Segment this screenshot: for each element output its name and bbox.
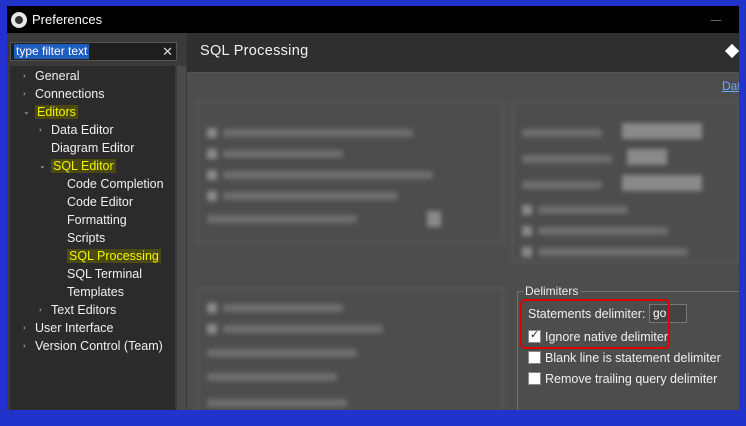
blurred-line [538, 206, 628, 214]
remove-trailing-delimiter-label[interactable]: Remove trailing query delimiter [545, 372, 717, 386]
tree-item-connections[interactable]: › Connections [23, 85, 105, 103]
tree-item-editors[interactable]: ⌄ Editors [23, 103, 78, 121]
tree-item-label: Formatting [67, 213, 127, 227]
expand-arrow-icon[interactable]: › [39, 301, 42, 319]
menu-diamond-icon[interactable] [724, 43, 739, 59]
tree-item-label: Templates [67, 285, 124, 299]
blurred-checkbox [522, 226, 532, 236]
annotation-highlight-box [520, 299, 670, 349]
blank-line-delimiter-label[interactable]: Blank line is statement delimiter [545, 351, 721, 365]
expand-arrow-icon[interactable]: › [23, 85, 26, 103]
clear-filter-icon[interactable]: ✕ [162, 43, 173, 60]
collapse-arrow-icon[interactable]: ⌄ [23, 103, 30, 121]
blurred-line [223, 325, 383, 333]
blurred-checkbox [522, 247, 532, 257]
tree-item-user-interface[interactable]: › User Interface [23, 319, 114, 337]
page-header: SQL Processing [187, 33, 739, 73]
app-logo-icon [11, 12, 27, 28]
blurred-line [522, 129, 602, 137]
tree-item-label: Editors [35, 105, 78, 119]
filter-input[interactable]: type filter text ✕ [10, 42, 177, 61]
tree-item-formatting[interactable]: Formatting [67, 211, 127, 229]
tree-item-sql-editor[interactable]: ⌄ SQL Editor [39, 157, 116, 175]
blurred-checkbox [207, 324, 217, 334]
blurred-line [223, 129, 413, 137]
blurred-line [207, 399, 347, 407]
blurred-line [223, 304, 343, 312]
blurred-line [207, 373, 337, 381]
tree-item-label: Code Editor [67, 195, 134, 209]
tree-item-scripts[interactable]: Scripts [67, 229, 105, 247]
tree-item-code-editor[interactable]: Code Editor [67, 193, 133, 211]
tree-item-text-editors[interactable]: › Text Editors [39, 301, 117, 319]
blurred-input [627, 149, 667, 165]
tree-item-label: Code Completion [67, 177, 164, 191]
main-panel: SQL Processing Dat Delimiters Statements… [187, 33, 739, 410]
blurred-checkbox [207, 170, 217, 180]
delimiters-legend: Delimiters [523, 284, 581, 298]
expand-arrow-icon[interactable]: › [23, 319, 26, 337]
tree-item-label: Diagram Editor [51, 141, 135, 155]
blurred-line [207, 215, 357, 223]
tree-item-templates[interactable]: Templates [67, 283, 124, 301]
tree-item-code-completion[interactable]: Code Completion [67, 175, 164, 193]
tree-item-label: Data Editor [51, 123, 114, 137]
preferences-sidebar: type filter text ✕ › General › Connectio… [7, 33, 187, 410]
tree-item-label: User Interface [35, 321, 114, 335]
expand-arrow-icon[interactable]: › [39, 121, 42, 139]
filter-text[interactable]: type filter text [14, 44, 90, 59]
preferences-window: Preferences type filter text ✕ › General… [7, 6, 739, 410]
blurred-spinner [427, 211, 441, 227]
blurred-checkbox [207, 128, 217, 138]
tree-item-label: Connections [35, 87, 105, 101]
blurred-line [538, 227, 668, 235]
blurred-checkbox [207, 149, 217, 159]
tree-item-label: SQL Editor [51, 159, 116, 173]
blurred-line [223, 171, 433, 179]
expand-arrow-icon[interactable]: › [23, 67, 26, 85]
blurred-line [538, 248, 688, 256]
tree-item-label: SQL Processing [67, 249, 161, 263]
tree-item-label: Text Editors [51, 303, 117, 317]
tree-item-general[interactable]: › General [23, 67, 80, 85]
tree-item-label: General [35, 69, 80, 83]
blurred-checkbox [207, 303, 217, 313]
tree-item-data-editor[interactable]: › Data Editor [39, 121, 114, 139]
title-bar: Preferences [7, 6, 739, 33]
sidebar-scrollbar[interactable] [177, 66, 186, 410]
blurred-line [223, 192, 398, 200]
blurred-select [622, 175, 702, 191]
blurred-line [522, 181, 602, 189]
minimize-icon[interactable] [711, 13, 721, 25]
blurred-line [522, 155, 612, 163]
tree-item-version-control[interactable]: › Version Control (Team) [23, 337, 163, 355]
blurred-line [207, 349, 357, 357]
tree-item-label: SQL Terminal [67, 267, 143, 281]
collapse-arrow-icon[interactable]: ⌄ [39, 157, 46, 175]
tree-item-diagram-editor[interactable]: Diagram Editor [51, 139, 134, 157]
datasource-link[interactable]: Dat [722, 79, 739, 93]
blurred-checkbox [207, 191, 217, 201]
window-title: Preferences [32, 12, 103, 27]
expand-arrow-icon[interactable]: › [23, 337, 26, 355]
remove-trailing-delimiter-checkbox[interactable] [528, 372, 541, 385]
page-title: SQL Processing [200, 43, 309, 59]
tree-item-label: Scripts [67, 231, 106, 245]
preferences-tree: › General › Connections ⌄ Editors › Data… [10, 66, 175, 410]
blurred-checkbox [522, 205, 532, 215]
blank-line-delimiter-checkbox[interactable] [528, 351, 541, 364]
tree-item-sql-processing[interactable]: SQL Processing [67, 247, 161, 265]
blurred-line [223, 150, 343, 158]
tree-item-sql-terminal[interactable]: SQL Terminal [67, 265, 142, 283]
tree-item-label: Version Control (Team) [35, 339, 163, 353]
blurred-select [622, 123, 702, 139]
